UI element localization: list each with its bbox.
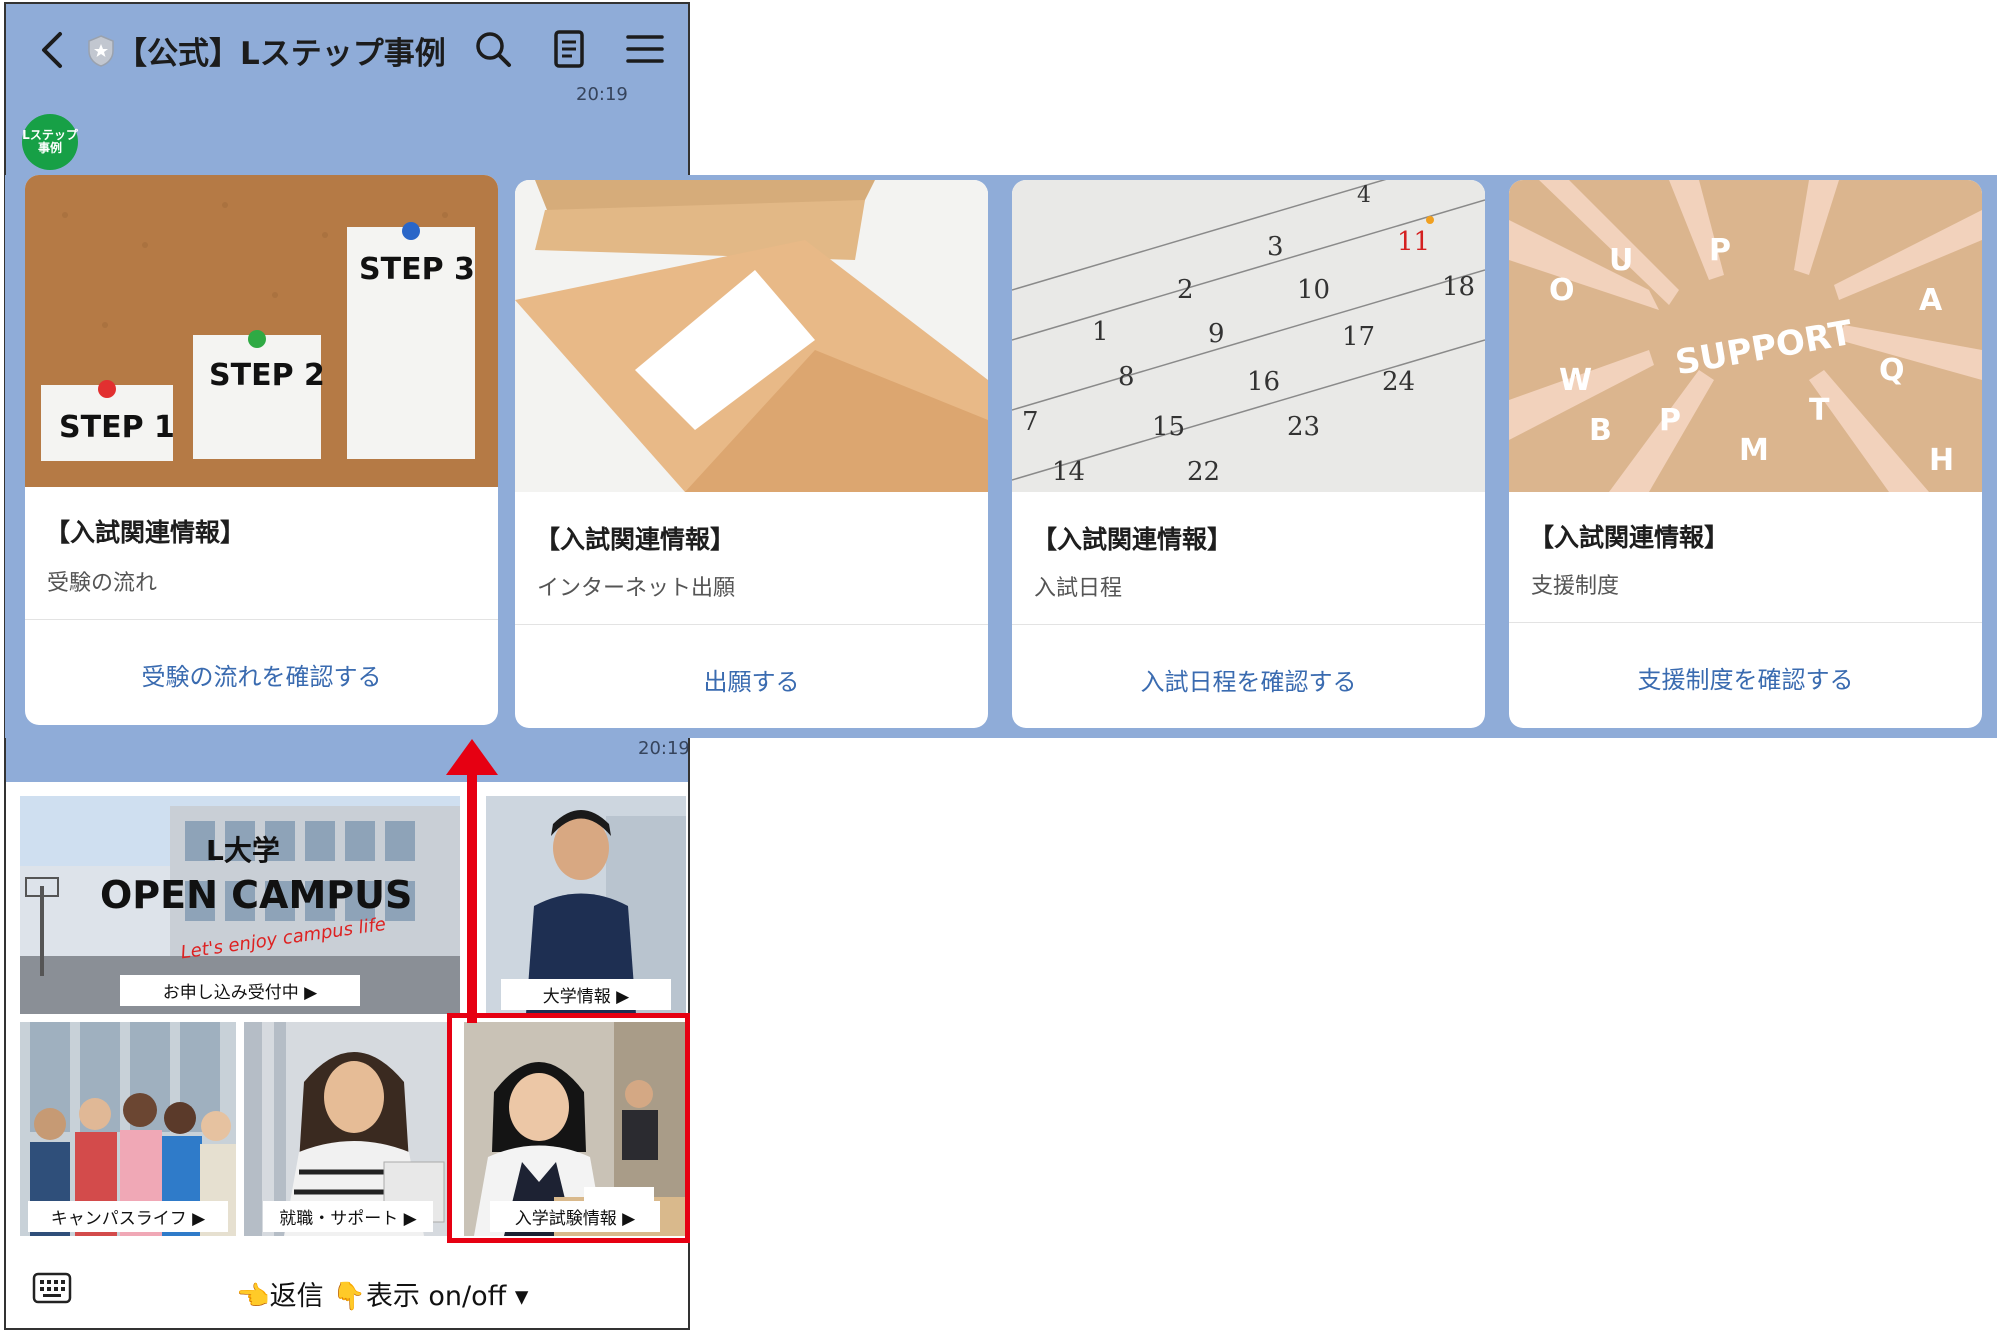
card-title: 【入試関連情報】 <box>45 518 246 547</box>
svg-text:W: W <box>1559 363 1592 398</box>
svg-text:15: 15 <box>1152 412 1185 442</box>
card-divider <box>1509 622 1982 623</box>
avatar-text: 事例 <box>37 141 62 155</box>
carousel-card-online-application[interactable]: 【入試関連情報】 インターネット出願 出願する <box>515 180 988 728</box>
rich-menu-open-campus[interactable]: L大学 OPEN CAMPUS Let's enjoy campus life … <box>20 796 460 1014</box>
card-subtitle: 受験の流れ <box>47 571 158 596</box>
svg-text:3: 3 <box>1267 232 1284 262</box>
svg-text:23: 23 <box>1287 412 1320 442</box>
rich-menu-university-info[interactable]: 大学情報 ▶ <box>486 796 686 1014</box>
card-action-button[interactable]: 出願する <box>515 662 988 697</box>
svg-text:24: 24 <box>1382 367 1415 397</box>
svg-text:9: 9 <box>1208 319 1225 349</box>
svg-text:22: 22 <box>1187 457 1220 487</box>
avatar[interactable]: Lステップ 事例 <box>22 114 78 170</box>
carousel-card-exam-schedule[interactable]: 1234 7 8 9 10 11 14 15 16 17 18 22 23 24 【入試関連情報】… <box>1012 180 1485 728</box>
carousel-card-exam-flow[interactable]: STEP 1 STEP 2 STEP 3 【入試関連情報】 受験の流れ 受験の流… <box>25 175 498 725</box>
card-subtitle: インターネット出願 <box>537 576 736 601</box>
step-1-text: STEP 1 <box>59 410 175 445</box>
svg-text:O: O <box>1549 273 1575 308</box>
step-notes-corkboard-image: STEP 1 STEP 2 STEP 3 <box>25 175 498 487</box>
notes-icon[interactable] <box>548 28 590 70</box>
envelopes-image <box>515 180 988 492</box>
svg-text:T: T <box>1809 393 1830 428</box>
bottom-bar: 👈返信 👇表示 on/off ▾ <box>6 1244 688 1328</box>
svg-text:11: 11 <box>1397 227 1430 257</box>
svg-text:A: A <box>1919 283 1943 318</box>
keyboard-icon[interactable] <box>32 1272 72 1304</box>
rich-menu-label: お申し込み受付中 ▶ <box>120 975 360 1006</box>
svg-text:8: 8 <box>1118 362 1135 392</box>
svg-text:1: 1 <box>1092 317 1109 347</box>
chat-header: 【公式】Lステップ事例 <box>6 4 688 90</box>
svg-text:U: U <box>1609 243 1633 278</box>
svg-text:P: P <box>1659 403 1681 438</box>
card-divider <box>25 619 498 620</box>
svg-text:10: 10 <box>1297 275 1330 305</box>
highlight-box <box>447 1013 690 1243</box>
card-title: 【入試関連情報】 <box>1529 523 1730 552</box>
menu-icon[interactable] <box>624 28 666 70</box>
card-divider <box>515 624 988 625</box>
open-campus-title-2: OPEN CAMPUS <box>100 873 412 917</box>
step-2-text: STEP 2 <box>209 358 325 393</box>
card-subtitle: 支援制度 <box>1531 574 1620 599</box>
svg-text:16: 16 <box>1247 367 1280 397</box>
chat-title: 【公式】Lステップ事例 <box>116 36 446 72</box>
carousel-card-support-system[interactable]: OUPA WBPM TQH SUPPORT 【入試関連情報】 支援制度 支援制度… <box>1509 180 1982 728</box>
svg-text:2: 2 <box>1177 275 1194 305</box>
rich-menu-label: 就職・サポート ▶ <box>263 1201 433 1232</box>
calendar-image: 1234 78910 11 1415161718 222324 <box>1012 180 1485 492</box>
rich-menu-toggle[interactable]: 👈返信 👇表示 on/off ▾ <box>236 1274 528 1313</box>
search-icon[interactable] <box>472 28 514 70</box>
svg-text:Q: Q <box>1879 353 1905 388</box>
card-action-button[interactable]: 受験の流れを確認する <box>25 657 498 692</box>
rich-menu-label: キャンパスライフ ▶ <box>28 1201 228 1232</box>
step-3-text: STEP 3 <box>359 252 475 287</box>
svg-text:M: M <box>1739 433 1769 468</box>
message-time: 20:19 <box>638 738 690 759</box>
svg-text:17: 17 <box>1342 322 1375 352</box>
card-title: 【入試関連情報】 <box>1032 525 1233 554</box>
card-action-button[interactable]: 入試日程を確認する <box>1012 662 1485 697</box>
svg-text:14: 14 <box>1052 457 1085 487</box>
back-arrow-icon[interactable] <box>32 28 72 72</box>
card-subtitle: 入試日程 <box>1034 576 1123 601</box>
svg-text:18: 18 <box>1442 272 1475 302</box>
card-title: 【入試関連情報】 <box>535 525 736 554</box>
carousel-strip: STEP 1 STEP 2 STEP 3 【入試関連情報】 受験の流れ 受験の流… <box>5 175 1997 738</box>
rich-menu-career-support[interactable]: 就職・サポート ▶ <box>244 1022 452 1236</box>
card-divider <box>1012 624 1485 625</box>
support-letters-image: OU PA WB PM TQH SUPPORT <box>1509 180 1982 492</box>
svg-text:H: H <box>1929 443 1954 478</box>
svg-text:4: 4 <box>1357 183 1371 208</box>
red-arrow-annotation <box>446 739 498 1023</box>
message-time: 20:19 <box>576 84 628 105</box>
rich-menu-label: 大学情報 ▶ <box>501 979 671 1010</box>
svg-text:P: P <box>1709 233 1731 268</box>
shield-star-icon <box>88 35 114 67</box>
rich-menu-campus-life[interactable]: キャンパスライフ ▶ <box>20 1022 236 1236</box>
open-campus-title-1: L大学 <box>206 834 280 867</box>
card-action-button[interactable]: 支援制度を確認する <box>1509 660 1982 695</box>
svg-text:B: B <box>1589 413 1612 448</box>
svg-text:7: 7 <box>1022 407 1039 437</box>
avatar-text: Lステップ <box>22 128 78 142</box>
